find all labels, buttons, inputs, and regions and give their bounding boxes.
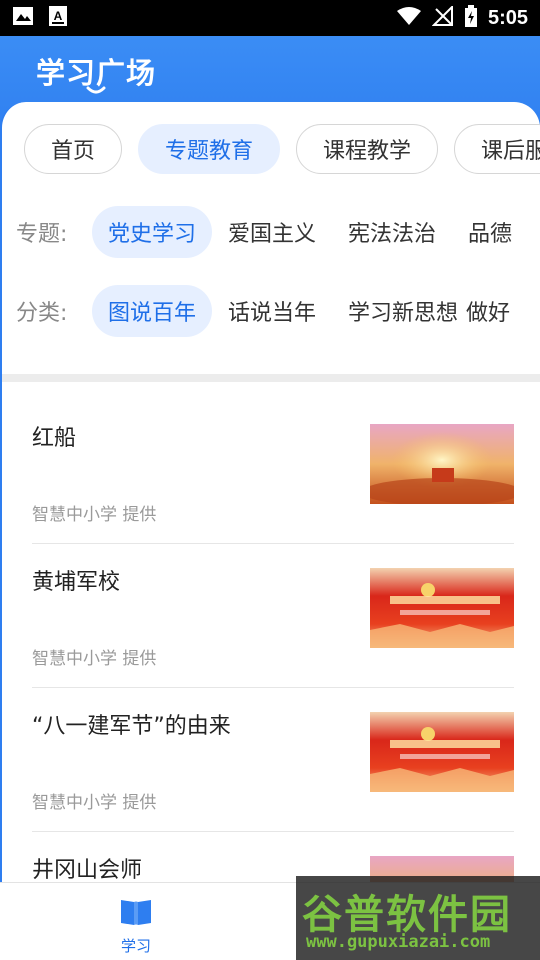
no-signal-icon xyxy=(431,4,454,30)
status-bar: A 5:05 xyxy=(0,0,540,36)
tab-bar: 首页 专题教育 课程教学 课后服务 xyxy=(24,124,540,174)
item-source: 智慧中小学 提供 xyxy=(32,793,157,813)
tab-after-school[interactable]: 课后服务 xyxy=(454,124,540,174)
tab-home[interactable]: 首页 xyxy=(24,124,123,174)
item-title: 红船 xyxy=(32,426,77,451)
image-icon xyxy=(12,6,34,30)
section-divider xyxy=(2,374,540,382)
category-chip-past-stories[interactable]: 话说当年 xyxy=(212,285,332,337)
content-card: 首页 专题教育 课程教学 课后服务 专题: 党史学习 爱国主义 宪法法治 品德 … xyxy=(0,102,540,902)
red-banner-thumbnail xyxy=(370,568,514,648)
category-chip-new-thought[interactable]: 学习新思想 xyxy=(332,285,462,337)
title-underline-decoration xyxy=(86,86,106,94)
item-title: 黄埔军校 xyxy=(32,570,121,595)
watermark-url: www.gupuxiazai.com xyxy=(306,932,491,952)
item-title: “八一建军节”的由来 xyxy=(32,714,231,739)
tab-special-education[interactable]: 专题教育 xyxy=(138,124,281,174)
item-source: 智慧中小学 提供 xyxy=(32,649,157,669)
wifi-icon xyxy=(396,6,422,30)
sunrise-thumbnail xyxy=(370,424,514,504)
content-list: 红船 智慧中小学 提供 黄埔军校 智慧中小学 提供 “八一建军节”的由来 智慧中… xyxy=(2,400,540,902)
category-filter-label: 分类: xyxy=(16,301,68,326)
item-title: 井冈山会师 xyxy=(32,858,143,883)
status-time: 5:05 xyxy=(487,6,528,29)
list-item[interactable]: 红船 智慧中小学 提供 xyxy=(32,400,514,544)
category-chip-do-well[interactable]: 做好 xyxy=(462,285,526,337)
list-item[interactable]: “八一建军节”的由来 智慧中小学 提供 xyxy=(32,688,514,832)
tab-course-teaching[interactable]: 课程教学 xyxy=(296,124,439,174)
topic-chip-party-history[interactable]: 党史学习 xyxy=(92,206,213,258)
nav-label-learn: 学习 xyxy=(120,937,151,955)
svg-text:A: A xyxy=(54,9,63,23)
font-icon: A xyxy=(48,5,68,31)
red-banner-thumbnail xyxy=(370,712,514,792)
category-filter-row: 分类: 图说百年 话说当年 学习新思想 做好 xyxy=(16,285,526,337)
topic-chip-constitution[interactable]: 宪法法治 xyxy=(332,206,452,258)
book-icon xyxy=(119,897,153,931)
category-chip-century-pictures[interactable]: 图说百年 xyxy=(92,285,213,337)
topic-filter-label: 专题: xyxy=(16,222,68,247)
topic-filter-row: 专题: 党史学习 爱国主义 宪法法治 品德 xyxy=(16,206,528,258)
battery-icon xyxy=(464,5,478,31)
topic-chip-patriotism[interactable]: 爱国主义 xyxy=(212,206,332,258)
watermark-logo: 谷普软件园 www.gupuxiazai.com xyxy=(296,876,540,960)
nav-item-learn[interactable]: 学习 xyxy=(108,897,164,956)
topic-chip-morality[interactable]: 品德 xyxy=(452,206,528,258)
item-source: 智慧中小学 提供 xyxy=(32,505,157,525)
list-item[interactable]: 黄埔军校 智慧中小学 提供 xyxy=(32,544,514,688)
